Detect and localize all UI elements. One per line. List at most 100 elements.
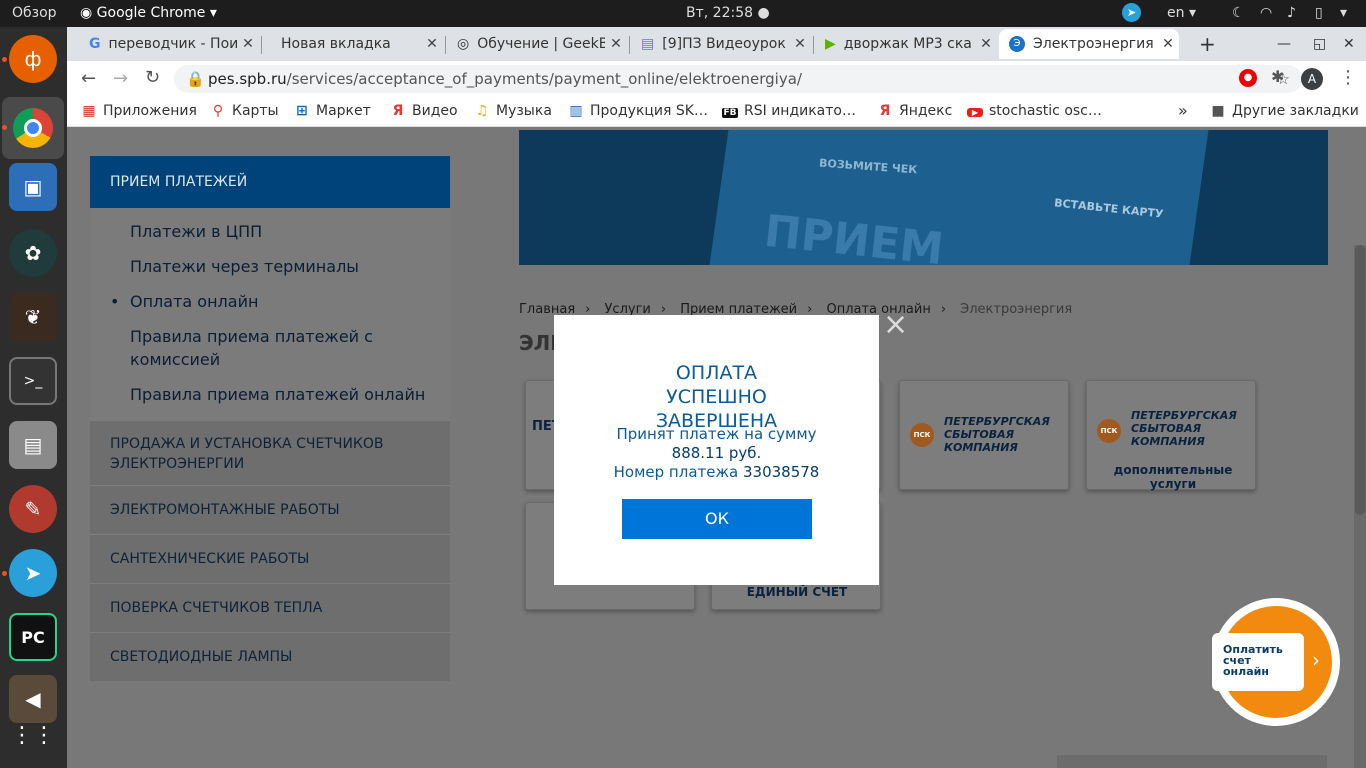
- settings-tool-icon[interactable]: ✎: [9, 485, 57, 533]
- volume-icon[interactable]: ♪: [1287, 5, 1296, 21]
- reload-icon[interactable]: ↻: [145, 67, 160, 88]
- lock-icon: 🔒: [186, 70, 205, 88]
- modal-close-icon[interactable]: ×: [883, 310, 908, 340]
- pay-bill-online-button[interactable]: Оплатить счет онлайн ›: [1212, 598, 1340, 726]
- bookmark-yandex[interactable]: Я Яндекс: [877, 103, 953, 119]
- new-tab-button[interactable]: +: [1189, 29, 1219, 59]
- files-icon[interactable]: ▤: [9, 421, 57, 469]
- close-window-button[interactable]: ✕: [1333, 29, 1363, 59]
- forward-icon[interactable]: →: [113, 68, 128, 89]
- terminal-icon[interactable]: >_: [9, 357, 57, 405]
- cart-icon: ⊞: [296, 103, 308, 119]
- sidebar-section-led[interactable]: СВЕТОДИОДНЫЕ ЛАМПЫ: [90, 632, 450, 681]
- bookmark-stochastic[interactable]: ▶ stochastic osc…: [967, 103, 1102, 119]
- close-tab-icon[interactable]: ✕: [605, 36, 627, 52]
- firefox-icon[interactable]: ф: [9, 35, 57, 83]
- sidebar-link-terminals[interactable]: Платежи через терминалы: [130, 251, 450, 286]
- modal-amount-label: Принят платеж на сумму: [616, 425, 817, 443]
- extensions-icon[interactable]: ✱: [1271, 67, 1284, 86]
- bookmark-skf[interactable]: ▥ Продукция SK…: [568, 103, 708, 119]
- ubuntu-dock: ф ▣ ✿ ❦ >_ ▤ ✎ ➤ PC ◀ ⋮⋮: [0, 27, 67, 768]
- chrome-dock-icon[interactable]: [2, 97, 64, 159]
- minimize-button[interactable]: —: [1267, 29, 1297, 59]
- bookmark-market[interactable]: ⊞ Маркет: [294, 103, 371, 119]
- sidebar-section-heat-meters[interactable]: ПОВЕРКА СЧЕТЧИКОВ ТЕПЛА: [90, 583, 450, 632]
- pay-badge-line3: онлайн: [1223, 665, 1269, 678]
- telegram-icon[interactable]: ➤: [9, 549, 57, 597]
- modal-title: ОПЛАТА УСПЕШНО ЗАВЕРШЕНА: [655, 362, 778, 432]
- bookmark-apps[interactable]: ▦ Приложения: [81, 103, 197, 119]
- close-tab-icon[interactable]: ✕: [975, 36, 997, 52]
- chrome-app-menu[interactable]: ◉ Google Chrome ▾: [80, 5, 217, 21]
- profile-avatar[interactable]: A: [1301, 68, 1323, 90]
- sidebar-link-commission-rules[interactable]: Правила приема платежей с комиссией: [130, 321, 380, 379]
- fb-icon: FB: [722, 108, 738, 118]
- back-icon[interactable]: ←: [81, 68, 96, 89]
- provider-card-psk-extra[interactable]: ПСК ПЕТЕРБУРГСКАЯ СБЫТОВАЯ КОМПАНИЯ допо…: [1086, 380, 1256, 491]
- tab-geekbrains[interactable]: ◎ Обучение | GeekB ✕: [447, 29, 627, 59]
- sidebar-link-online[interactable]: Оплата онлайн: [110, 286, 450, 321]
- sidebar-link-cpp[interactable]: Платежи в ЦПП: [130, 216, 450, 251]
- toolbar: ← → ↻ 🔒 pes.spb.ru/services/acceptance_o…: [67, 61, 1366, 97]
- folder-icon: ■: [1211, 103, 1225, 119]
- tab-new-tab[interactable]: Новая вкладка ✕: [263, 29, 443, 59]
- clock[interactable]: Вт, 22:58 ●: [686, 5, 770, 21]
- adblock-extension-icon[interactable]: ●: [1239, 69, 1257, 87]
- modal-amount-value: 888.11 руб.: [671, 444, 762, 462]
- yandex-icon: Я: [392, 103, 404, 119]
- bookmarks-overflow[interactable]: »: [1178, 101, 1188, 120]
- libreoffice-impress-icon[interactable]: ▣: [9, 163, 57, 211]
- scrollbar-thumb[interactable]: [1355, 245, 1365, 515]
- bookmark-video[interactable]: Я Видео: [390, 103, 458, 119]
- wifi-icon[interactable]: ◠: [1260, 5, 1272, 21]
- ok-button[interactable]: ОК: [622, 499, 812, 539]
- services-sidebar: ПРИЕМ ПЛАТЕЖЕЙ Платежи в ЦПП Платежи чер…: [90, 156, 450, 681]
- gitkraken-icon[interactable]: ✿: [9, 229, 57, 277]
- dbeaver-icon[interactable]: ❦: [9, 293, 57, 341]
- maximize-button[interactable]: ◱: [1303, 29, 1333, 59]
- activities-button[interactable]: Обзор: [12, 5, 57, 21]
- terminal-banner: ВОЗЬМИТЕ ЧЕК ВСТАВЬТЕ КАРТУ ПРИЕМ: [519, 130, 1328, 265]
- page-scrollbar[interactable]: [1354, 245, 1366, 768]
- address-bar[interactable]: 🔒 pes.spb.ru/services/acceptance_of_paym…: [174, 65, 1302, 93]
- running-indicator: [2, 125, 7, 130]
- map-pin-icon: ⚲: [212, 103, 224, 119]
- provider-card-psk[interactable]: ПСК ПЕТЕРБУРГСКАЯ СБЫТОВАЯ КОМПАНИЯ: [899, 380, 1069, 490]
- show-apps-icon[interactable]: ⋮⋮: [9, 711, 57, 759]
- sidebar-section-electrical[interactable]: ЭЛЕКТРОМОНТАЖНЫЕ РАБОТЫ: [90, 485, 450, 534]
- tab-translator[interactable]: Gпереводчик - Пои ✕: [79, 29, 259, 59]
- tab-video-lesson[interactable]: ▤ [9]ПЗ Видеоурок ✕: [631, 29, 811, 59]
- linkedin-icon: ▥: [569, 103, 583, 119]
- keyboard-layout[interactable]: en ▾: [1167, 5, 1196, 21]
- sidebar-section-plumbing[interactable]: САНТЕХНИЧЕСКИЕ РАБОТЫ: [90, 534, 450, 583]
- other-bookmarks[interactable]: ■ Другие закладки: [1210, 103, 1359, 119]
- sidebar-header-payments[interactable]: ПРИЕМ ПЛАТЕЖЕЙ: [90, 156, 450, 208]
- chrome-menu-icon[interactable]: ⋮: [1339, 67, 1357, 88]
- battery-icon[interactable]: ▯: [1315, 5, 1323, 21]
- bookmark-rsi[interactable]: FB RSI индикато…: [722, 103, 856, 119]
- pycharm-icon[interactable]: PC: [9, 613, 57, 661]
- close-tab-icon[interactable]: ✕: [789, 36, 811, 52]
- telegram-tray-icon[interactable]: ➤: [1122, 3, 1141, 22]
- docs-icon: ▤: [641, 36, 655, 52]
- system-menu-icon[interactable]: ▾: [1340, 5, 1347, 21]
- close-tab-icon[interactable]: ✕: [1157, 36, 1179, 52]
- sidebar-link-online-rules[interactable]: Правила приема платежей онлайн: [130, 379, 450, 414]
- close-tab-icon[interactable]: ✕: [237, 36, 259, 52]
- night-light-icon[interactable]: ☾: [1232, 5, 1245, 21]
- sidebar-section-meters[interactable]: ПРОДАЖА И УСТАНОВКА СЧЕТЧИКОВ ЭЛЕКТРОЭНЕ…: [90, 420, 450, 485]
- running-indicator: [2, 571, 7, 576]
- psk-logo-icon: ПСК: [910, 423, 934, 447]
- modal-number-label: Номер платежа: [613, 463, 739, 481]
- psk-logo-text: ПЕТЕРБУРГСКАЯ СБЫТОВАЯ КОМПАНИЯ: [944, 415, 1050, 454]
- close-tab-icon[interactable]: ✕: [421, 36, 443, 52]
- card-caption-extra: дополнительные услуги: [1113, 463, 1233, 491]
- bookmark-music[interactable]: ♫ Музыка: [474, 103, 552, 119]
- tab-dvorak-mp3[interactable]: ▶ дворжак MP3 ска ✕: [815, 29, 997, 59]
- bookmark-maps[interactable]: ⚲ Карты: [210, 103, 279, 119]
- modal-number-value: 33038578: [742, 463, 820, 481]
- breadcrumb-current: Электроэнергия: [960, 302, 1073, 317]
- tab-electroenergy[interactable]: Э Электроэнергия ✕: [999, 29, 1179, 59]
- pay-badge-wallet: Оплатить счет онлайн: [1212, 633, 1304, 691]
- play-icon: ▶: [825, 36, 836, 52]
